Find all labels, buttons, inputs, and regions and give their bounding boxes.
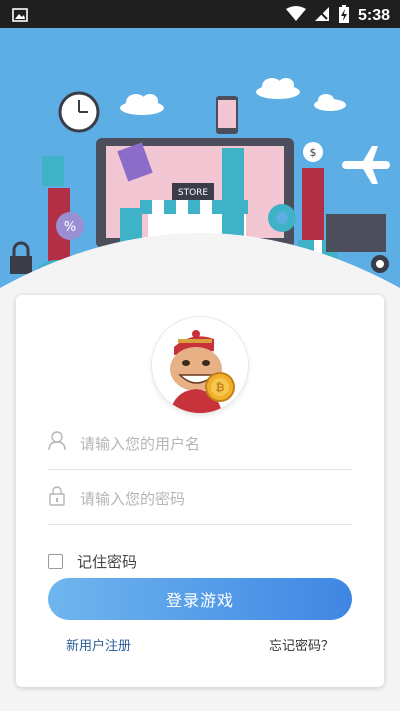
username-row <box>48 417 352 470</box>
svg-text:$: $ <box>310 146 317 159</box>
battery-charging-icon <box>338 4 350 28</box>
svg-text:₿: ₿ <box>216 381 225 394</box>
wifi-icon <box>285 6 306 26</box>
password-input[interactable] <box>78 480 352 518</box>
signal-icon <box>314 6 330 26</box>
login-card: ₿ 记住密码 登录游戏 新用户注册 忘记密码？ <box>16 295 384 687</box>
login-button[interactable]: 登录游戏 <box>48 578 352 620</box>
remember-password-checkbox[interactable] <box>48 553 63 569</box>
status-bar: 5:38 <box>0 0 400 28</box>
store-sign: STORE <box>178 188 209 198</box>
status-time: 5:38 <box>357 7 390 24</box>
hero-banner: STORE $ % <box>0 28 400 290</box>
remember-password-label: 记住密码 <box>77 552 138 571</box>
password-row <box>48 472 352 525</box>
mascot-avatar: ₿ <box>152 317 248 413</box>
register-link[interactable]: 新用户注册 <box>66 635 131 654</box>
remember-password-row[interactable]: 记住密码 <box>48 551 137 571</box>
svg-text:%: % <box>64 220 76 235</box>
forgot-password-link[interactable]: 忘记密码？ <box>269 635 334 654</box>
username-input[interactable] <box>78 425 352 463</box>
lock-icon <box>48 486 66 510</box>
user-icon <box>48 431 66 455</box>
image-icon <box>12 7 28 26</box>
